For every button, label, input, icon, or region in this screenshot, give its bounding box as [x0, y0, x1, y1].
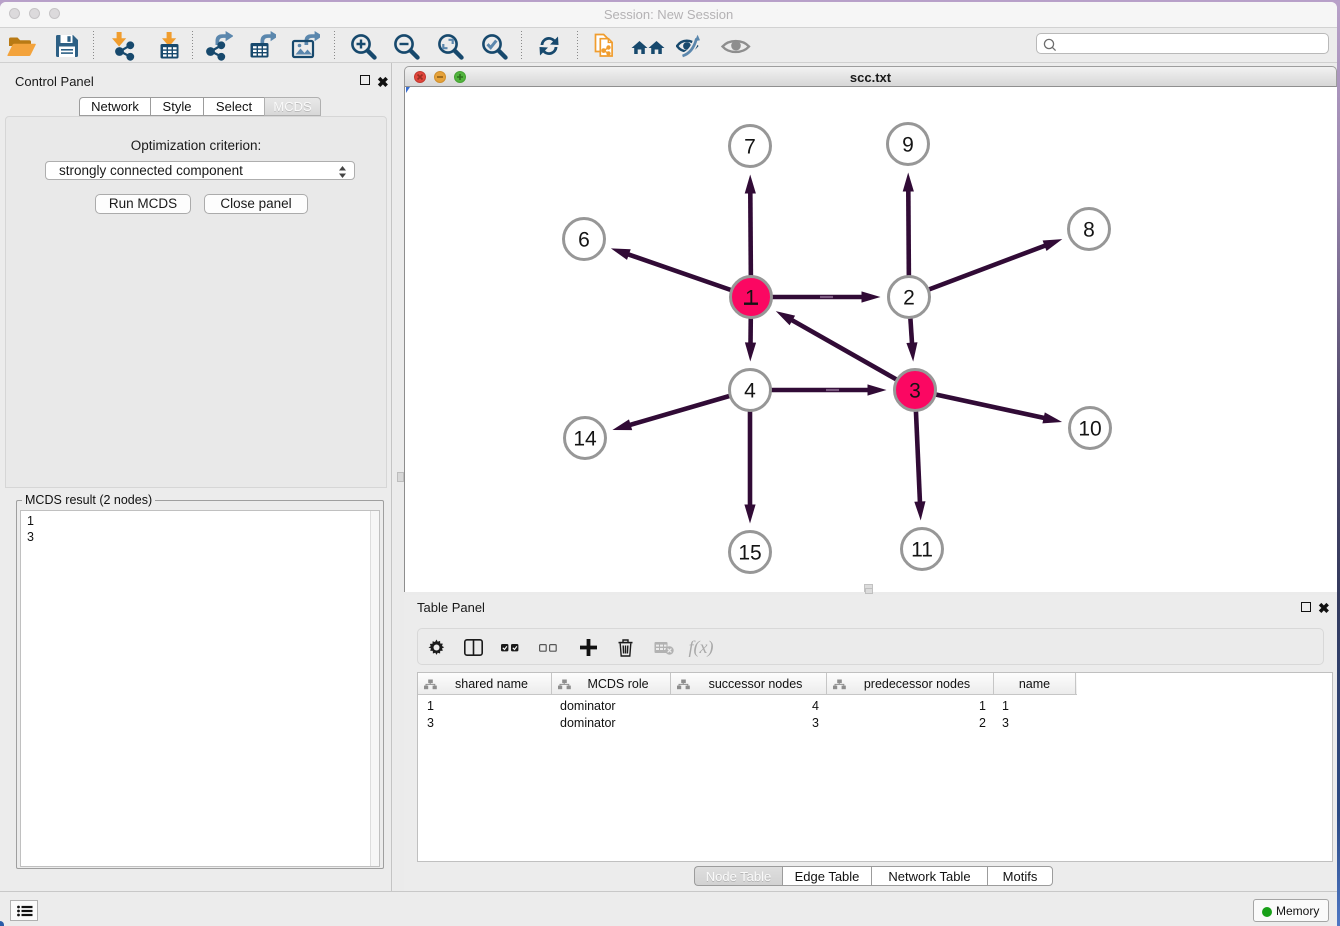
- svg-text:2: 2: [903, 287, 915, 310]
- svg-text:11: 11: [911, 539, 933, 562]
- svg-text:7: 7: [744, 136, 756, 159]
- svg-text:4: 4: [744, 380, 756, 403]
- svg-text:15: 15: [738, 542, 761, 565]
- svg-text:9: 9: [902, 134, 914, 157]
- svg-text:8: 8: [1083, 219, 1095, 242]
- svg-text:6: 6: [578, 229, 590, 252]
- svg-text:3: 3: [909, 380, 921, 403]
- svg-text:1: 1: [745, 287, 757, 310]
- svg-text:14: 14: [573, 428, 597, 451]
- svg-text:10: 10: [1078, 418, 1101, 441]
